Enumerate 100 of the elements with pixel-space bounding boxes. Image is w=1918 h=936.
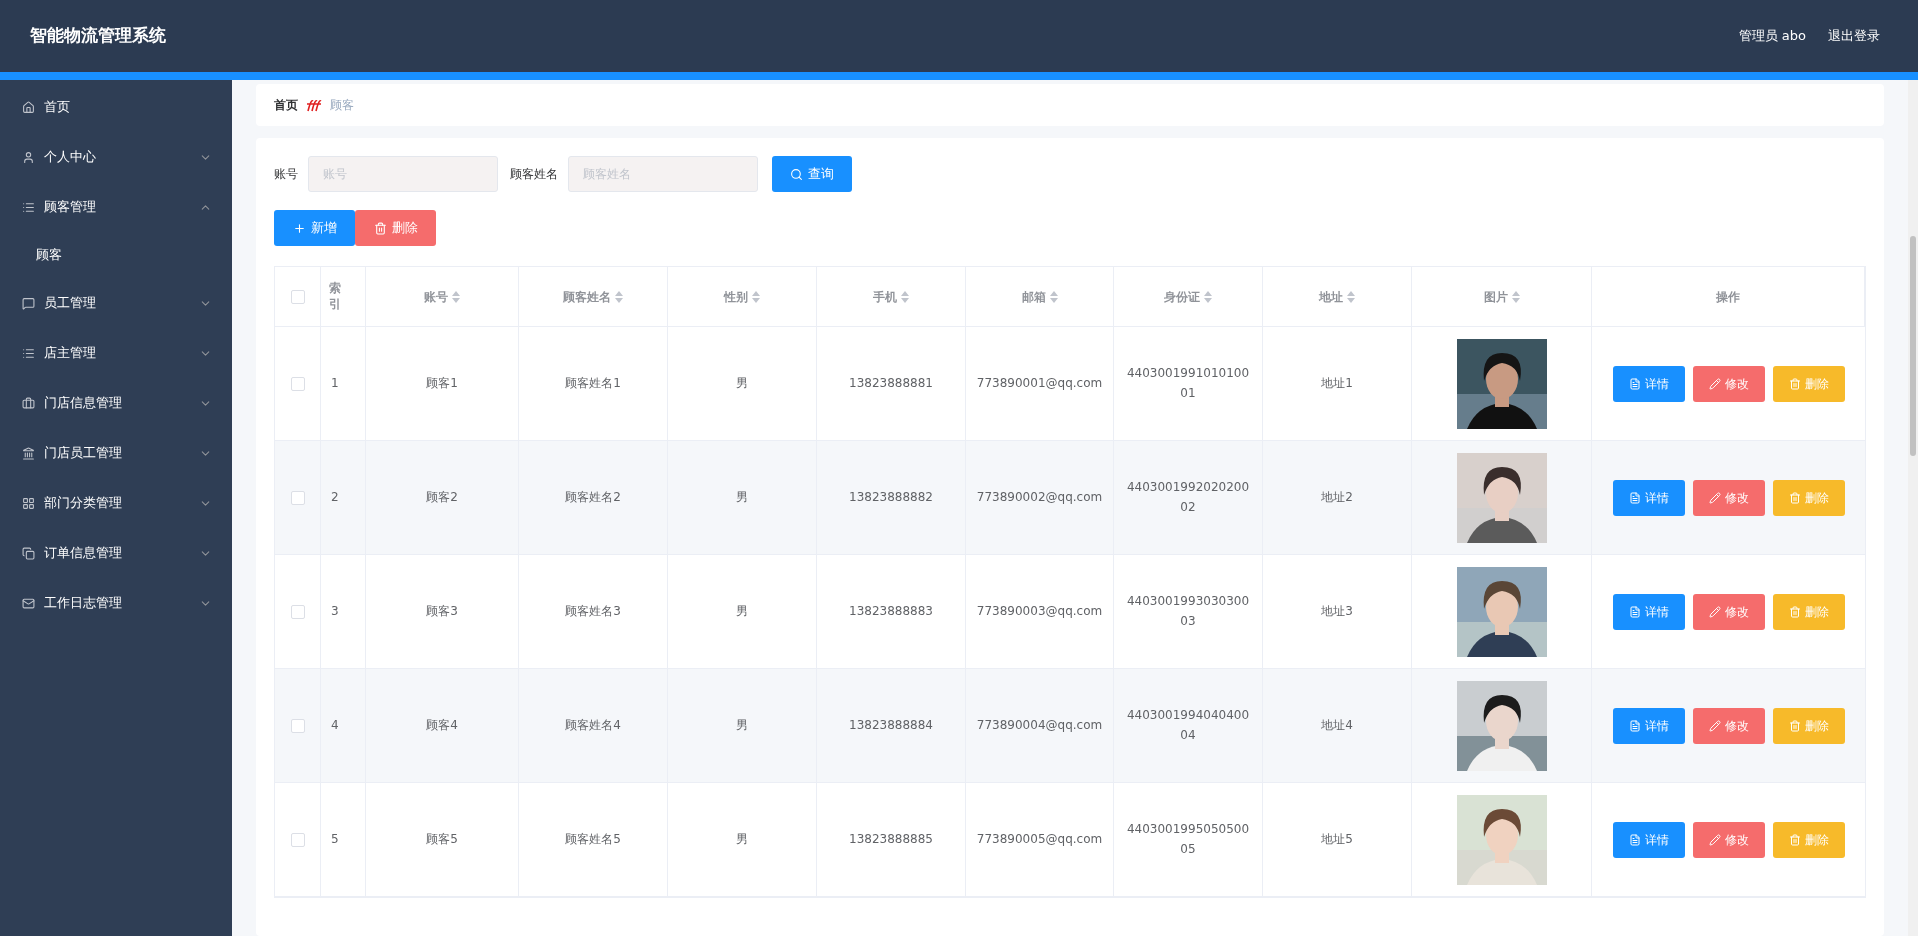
checkbox[interactable] — [290, 604, 305, 619]
detail-button[interactable]: 详情 — [1612, 365, 1685, 402]
table-cell-text: 地址3 — [1321, 602, 1353, 620]
user-label: 管理员 abo — [1738, 27, 1806, 46]
edit-button[interactable]: 修改 — [1692, 707, 1765, 744]
document-icon — [1628, 491, 1641, 504]
table-cell-text: 男 — [736, 602, 748, 620]
table-cell-text: 1 — [331, 374, 339, 392]
delete-button[interactable]: 删除 — [1772, 365, 1845, 402]
app-title: 智能物流管理系统 — [30, 24, 166, 48]
menu-item[interactable]: 订单信息管理 — [0, 528, 232, 578]
delete-button[interactable]: 删除 — [1772, 593, 1845, 630]
checkbox[interactable] — [290, 832, 305, 847]
building-icon — [22, 446, 35, 460]
table-cell-text: 顾客姓名3 — [565, 602, 621, 620]
trash-icon — [1788, 719, 1801, 732]
search-button[interactable]: 查询 — [772, 156, 852, 192]
column-header[interactable]: 顾客姓名 — [563, 287, 623, 306]
detail-button[interactable]: 详情 — [1612, 593, 1685, 630]
edit-button[interactable]: 修改 — [1692, 479, 1765, 516]
column-header[interactable]: 地址 — [1319, 287, 1355, 306]
table-cell-text: 440300199505050005 — [1125, 821, 1251, 858]
search-icon — [790, 167, 803, 181]
pencil-icon — [1708, 833, 1721, 846]
column-header[interactable]: 账号 — [424, 287, 460, 306]
table-cell-text: 男 — [736, 830, 748, 848]
breadcrumb-item: 顾客 — [330, 97, 354, 114]
menu-item[interactable]: 部门分类管理 — [0, 478, 232, 528]
document-icon — [1628, 833, 1641, 846]
table-cell-text: 地址1 — [1321, 374, 1353, 392]
table-cell-text: 13823888881 — [849, 374, 933, 392]
detail-button[interactable]: 详情 — [1612, 479, 1685, 516]
pencil-icon — [1708, 491, 1721, 504]
edit-button[interactable]: 修改 — [1692, 365, 1765, 402]
copy-icon — [22, 546, 35, 560]
table-cell-text: 2 — [331, 488, 339, 506]
menu-item[interactable]: 门店员工管理 — [0, 428, 232, 478]
menu-item[interactable]: 员工管理 — [0, 278, 232, 328]
breadcrumb-item[interactable]: 首页 — [274, 96, 298, 114]
sort-icon — [1347, 290, 1355, 303]
field-label: 顾客姓名 — [510, 166, 558, 183]
trash-icon — [1788, 605, 1801, 618]
column-header[interactable]: 手机 — [873, 287, 909, 306]
column-header[interactable]: 性别 — [724, 287, 760, 306]
submenu-item[interactable]: 顾客 — [0, 232, 232, 278]
table-cell-text: 13823888884 — [849, 716, 933, 734]
grid-icon — [22, 496, 35, 510]
delete-button[interactable]: 删除 — [1772, 821, 1845, 858]
briefcase-icon — [22, 396, 35, 410]
menu-item[interactable]: 工作日志管理 — [0, 578, 232, 628]
table-cell-text: 男 — [736, 374, 748, 392]
menu-item[interactable]: 首页 — [0, 82, 232, 132]
pencil-icon — [1708, 719, 1721, 732]
column-header[interactable]: 邮箱 — [1021, 287, 1058, 306]
scrollbar-thumb[interactable] — [1910, 236, 1916, 456]
table-cell-text: 13823888883 — [849, 602, 933, 620]
table-cell-text: 13823888882 — [849, 488, 933, 506]
checkbox[interactable] — [290, 289, 305, 304]
field-label: 账号 — [274, 166, 298, 183]
column-header[interactable]: 身份证 — [1164, 287, 1212, 306]
delete-button[interactable]: 删除 — [1772, 479, 1845, 516]
table-cell-text: 440300199303030003 — [1125, 593, 1251, 630]
table-cell-text: 440300199101010001 — [1125, 365, 1251, 402]
delete-button[interactable]: 删除 — [355, 210, 436, 246]
table-cell-text: 顾客姓名4 — [565, 716, 621, 734]
menu-item[interactable]: 个人中心 — [0, 132, 232, 182]
mail-icon — [22, 596, 35, 610]
sort-icon — [752, 290, 760, 303]
menu-item[interactable]: 门店信息管理 — [0, 378, 232, 428]
edit-button[interactable]: 修改 — [1692, 821, 1765, 858]
logout-link[interactable]: 退出登录 — [1828, 26, 1880, 46]
table-cell-text: 地址5 — [1321, 830, 1353, 848]
delete-button[interactable]: 删除 — [1772, 707, 1845, 744]
menu-item[interactable]: 顾客管理 — [0, 182, 232, 232]
pencil-icon — [1708, 377, 1721, 390]
table-cell-text: 顾客姓名1 — [565, 374, 621, 392]
table-cell-text: 4 — [331, 716, 339, 734]
table-cell-text: 地址4 — [1321, 716, 1353, 734]
table-cell-text: 男 — [736, 488, 748, 506]
list-icon — [22, 200, 35, 214]
checkbox[interactable] — [290, 718, 305, 733]
detail-button[interactable]: 详情 — [1612, 707, 1685, 744]
home-icon — [22, 100, 35, 114]
detail-button[interactable]: 详情 — [1612, 821, 1685, 858]
add-button[interactable]: 新增 — [274, 210, 355, 246]
chat-icon — [22, 296, 35, 310]
trash-icon — [373, 221, 387, 235]
trash-icon — [1788, 833, 1801, 846]
checkbox[interactable] — [290, 376, 305, 391]
table-cell-text: 顾客1 — [426, 374, 458, 392]
table-cell-text: 顾客姓名2 — [565, 488, 621, 506]
sort-icon — [1204, 290, 1212, 303]
sort-icon — [1049, 290, 1058, 303]
checkbox[interactable] — [290, 490, 305, 505]
sort-icon — [1511, 290, 1520, 303]
menu-item[interactable]: 店主管理 — [0, 328, 232, 378]
separator-icon — [306, 98, 322, 112]
edit-button[interactable]: 修改 — [1692, 593, 1765, 630]
column-header: 操作 — [1716, 288, 1740, 306]
column-header[interactable]: 图片 — [1483, 287, 1520, 306]
